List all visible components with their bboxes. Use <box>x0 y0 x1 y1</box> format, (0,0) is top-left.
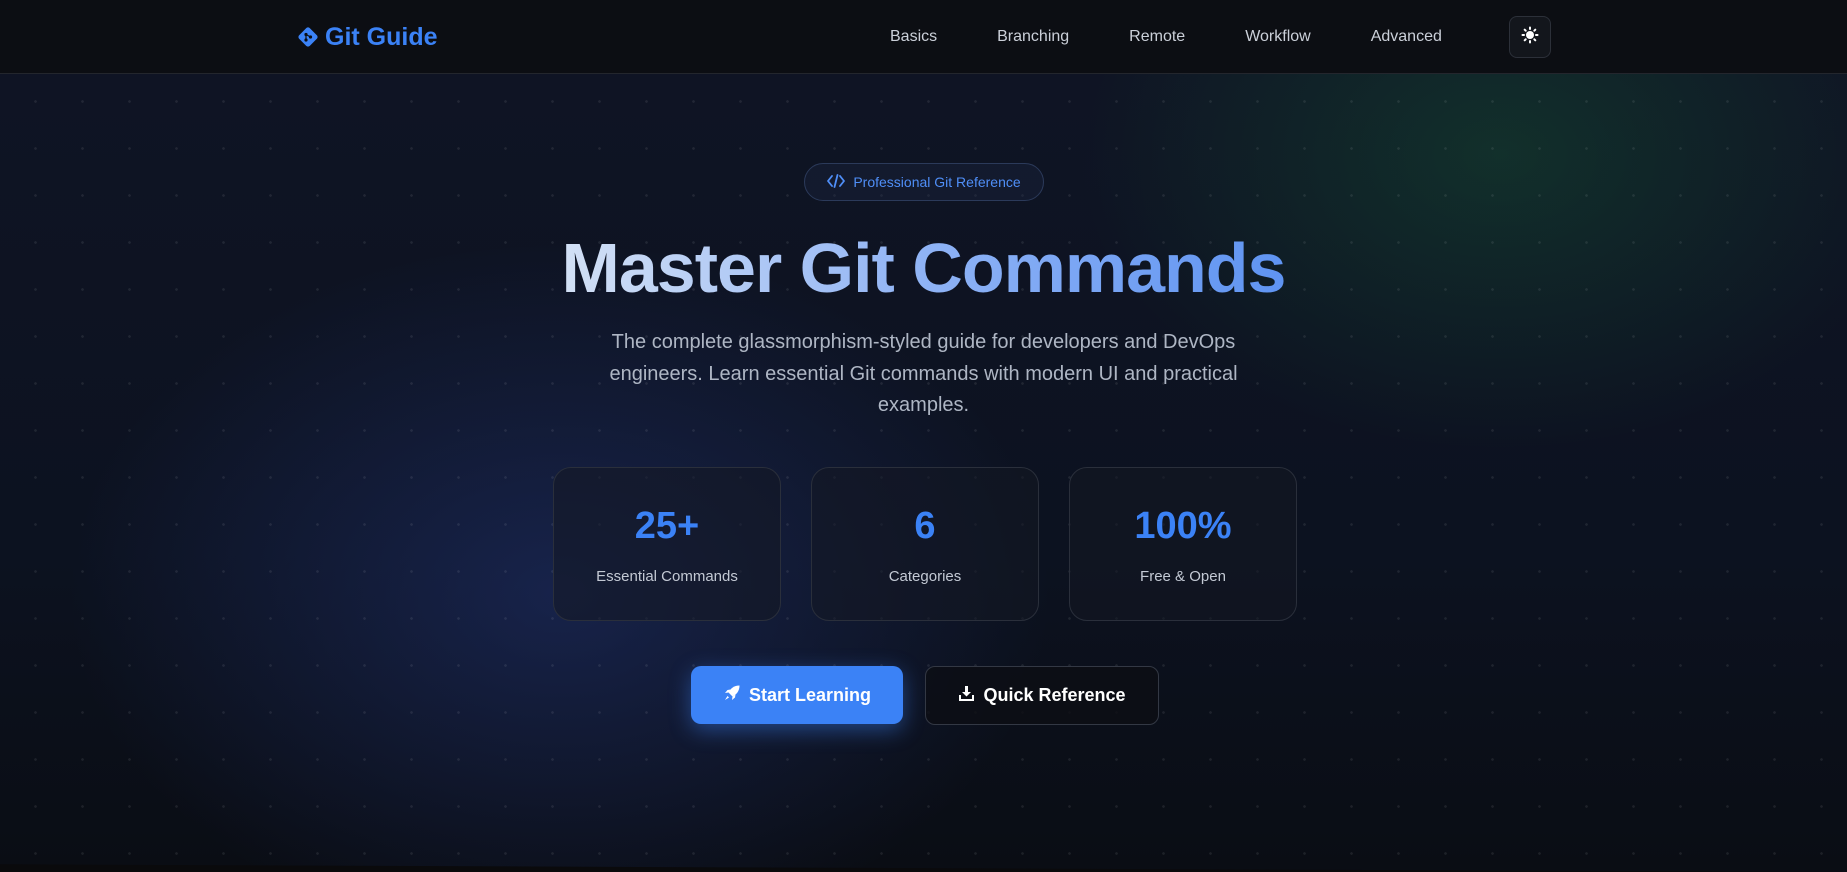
stats-row: 25+ Essential Commands 6 Categories 100%… <box>553 467 1297 621</box>
start-learning-label: Start Learning <box>748 684 872 705</box>
start-learning-button[interactable]: Start Learning <box>691 666 903 724</box>
hero-title: Master Git Commands <box>0 228 1847 308</box>
nav-links: Basics Branching Remote Workflow Advance… <box>890 22 1502 52</box>
hero-badge: Professional Git Reference <box>804 163 1044 201</box>
stat-label: Essential Commands <box>596 568 738 585</box>
brand-logo[interactable]: Git Guide <box>297 20 438 54</box>
top-navbar: Git Guide Basics Branching Remote Workfl… <box>0 0 1847 74</box>
rocket-icon <box>723 684 741 707</box>
stat-label: Categories <box>888 568 962 585</box>
hero-subtitle: The complete glassmorphism-styled guide … <box>609 331 1238 416</box>
stat-label: Free & Open <box>1140 568 1226 585</box>
stat-value: 6 <box>914 505 936 547</box>
brand-name: Git Guide <box>325 22 438 51</box>
stat-value: 25+ <box>634 505 700 547</box>
download-icon <box>958 685 975 707</box>
stat-value: 100% <box>1134 505 1232 547</box>
theme-toggle-button[interactable] <box>1509 16 1551 58</box>
stat-card: 25+ Essential Commands <box>553 467 781 621</box>
quick-reference-label: Quick Reference <box>983 685 1126 705</box>
nav-item-workflow[interactable]: Workflow <box>1245 22 1311 52</box>
sun-icon <box>1521 26 1539 49</box>
badge-label: Professional Git Reference <box>853 174 1021 190</box>
nav-item-branching[interactable]: Branching <box>997 22 1069 52</box>
nav-item-basics[interactable]: Basics <box>890 22 937 52</box>
git-diamond-icon <box>297 26 319 48</box>
quick-reference-button[interactable]: Quick Reference <box>925 666 1159 725</box>
code-icon <box>827 173 846 191</box>
stat-card: 100% Free & Open <box>1069 467 1297 621</box>
nav-item-advanced[interactable]: Advanced <box>1371 22 1442 52</box>
nav-item-remote[interactable]: Remote <box>1129 22 1185 52</box>
stat-card: 6 Categories <box>811 467 1039 621</box>
